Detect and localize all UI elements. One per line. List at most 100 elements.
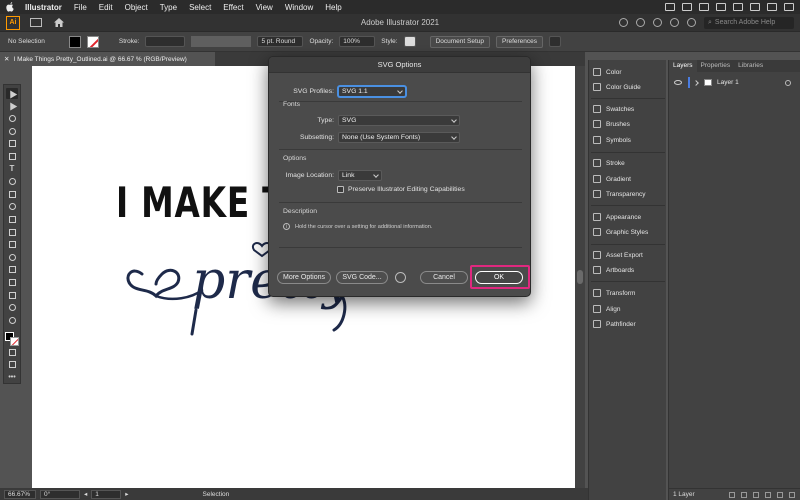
- blend-tool-icon[interactable]: [6, 252, 18, 263]
- column-graph-tool-icon[interactable]: [6, 277, 18, 288]
- menu-window[interactable]: Window: [285, 3, 313, 12]
- close-icon[interactable]: ✕: [4, 55, 9, 63]
- hand-tool-icon[interactable]: [6, 302, 18, 313]
- width-tool-icon[interactable]: [6, 201, 18, 212]
- panel-symbols[interactable]: Symbols: [593, 136, 631, 144]
- shape-builder-tool-icon[interactable]: [6, 214, 18, 225]
- arrange-icon[interactable]: [687, 18, 696, 27]
- gradient-tool-icon[interactable]: [6, 227, 18, 238]
- edit-toolbar-icon[interactable]: •••: [6, 372, 18, 383]
- eyedropper-tool-icon[interactable]: [6, 239, 18, 250]
- svg-profiles-select[interactable]: SVG 1.1: [338, 86, 406, 97]
- artboard-tool-icon[interactable]: [6, 290, 18, 301]
- document-setup-button[interactable]: Document Setup: [429, 35, 490, 48]
- fill-stroke-icon[interactable]: [5, 331, 19, 346]
- eye-icon[interactable]: [674, 80, 682, 85]
- preserve-editing-checkbox[interactable]: [337, 186, 344, 193]
- panel-transform[interactable]: Transform: [593, 289, 635, 297]
- menu-edit[interactable]: Edit: [99, 3, 113, 12]
- panel-pathfinder[interactable]: Pathfinder: [593, 320, 636, 328]
- locate-icon[interactable]: [741, 491, 747, 498]
- trash-icon[interactable]: [789, 491, 795, 498]
- export-icon[interactable]: [729, 491, 735, 498]
- zoom-field[interactable]: 66.67%: [4, 489, 36, 499]
- layer-row[interactable]: Layer 1: [669, 76, 800, 89]
- panel-color-guide[interactable]: Color Guide: [593, 83, 641, 91]
- font-type-select[interactable]: SVG: [338, 115, 460, 126]
- pen-tool-icon[interactable]: [6, 113, 18, 124]
- symbol-sprayer-tool-icon[interactable]: [6, 265, 18, 276]
- tab-layers[interactable]: Layers: [669, 60, 697, 72]
- home-icon[interactable]: [54, 18, 64, 27]
- fill-swatch[interactable]: [68, 35, 81, 48]
- status-icon[interactable]: [699, 3, 709, 11]
- screen-mode-icon[interactable]: [6, 360, 18, 371]
- canvas-vertical-scrollbar[interactable]: [575, 66, 585, 488]
- panel-transparency[interactable]: Transparency: [593, 190, 646, 198]
- new-layer-icon[interactable]: [777, 491, 783, 498]
- user-icon[interactable]: [619, 18, 628, 27]
- brush-definition-select[interactable]: 5 pt. Round: [257, 36, 304, 47]
- selection-tool-icon[interactable]: [6, 88, 18, 99]
- scrollbar-thumb[interactable]: [577, 270, 583, 284]
- stroke-swatch[interactable]: [86, 35, 99, 48]
- panel-stroke[interactable]: Stroke: [593, 159, 625, 167]
- rectangle-tool-icon[interactable]: [6, 151, 18, 162]
- menu-effect[interactable]: Effect: [223, 3, 243, 12]
- document-tab[interactable]: ✕ I Make Things Pretty_Outlined.ai @ 66.…: [0, 52, 215, 66]
- curvature-tool-icon[interactable]: [6, 126, 18, 137]
- menu-file[interactable]: File: [74, 3, 87, 12]
- eraser-tool-icon[interactable]: [6, 189, 18, 200]
- chevron-right-icon[interactable]: [693, 79, 699, 86]
- rotate-tool-icon[interactable]: [6, 176, 18, 187]
- wifi-icon[interactable]: [750, 3, 760, 11]
- menu-select[interactable]: Select: [189, 3, 211, 12]
- share-icon[interactable]: [636, 18, 645, 27]
- help-search-input[interactable]: ⌕ Search Adobe Help: [704, 16, 794, 29]
- rotation-field[interactable]: 0°: [40, 489, 80, 499]
- more-options-button[interactable]: More Options: [277, 271, 331, 284]
- type-tool-icon[interactable]: T: [6, 164, 18, 175]
- arrange-documents-icon[interactable]: [549, 36, 562, 47]
- tab-libraries[interactable]: Libraries: [734, 60, 767, 72]
- panel-asset-export[interactable]: Asset Export: [593, 251, 643, 259]
- cancel-button[interactable]: Cancel: [420, 271, 468, 284]
- svg-code-button[interactable]: SVG Code...: [336, 271, 388, 284]
- panel-appearance[interactable]: Appearance: [593, 213, 641, 221]
- variable-width-profile[interactable]: [191, 36, 252, 47]
- apple-icon[interactable]: [6, 2, 15, 12]
- web-preview-icon[interactable]: [395, 272, 406, 283]
- status-icon[interactable]: [733, 3, 743, 11]
- panel-swatches[interactable]: Swatches: [593, 105, 634, 113]
- stroke-weight-field[interactable]: [145, 36, 186, 47]
- status-icon[interactable]: [665, 3, 675, 11]
- lightbulb-icon[interactable]: [670, 18, 679, 27]
- menu-illustrator[interactable]: Illustrator: [25, 3, 62, 12]
- panel-color[interactable]: Color: [593, 68, 622, 76]
- tab-properties[interactable]: Properties: [697, 60, 735, 72]
- previous-artboard-icon[interactable]: ◂: [84, 490, 87, 498]
- menu-object[interactable]: Object: [125, 3, 148, 12]
- target-icon[interactable]: [785, 79, 791, 86]
- subsetting-select[interactable]: None (Use System Fonts): [338, 132, 460, 143]
- panel-artboards[interactable]: Artboards: [593, 266, 634, 274]
- zoom-tool-icon[interactable]: [6, 315, 18, 326]
- panel-brushes[interactable]: Brushes: [593, 120, 630, 128]
- status-icon[interactable]: [682, 3, 692, 11]
- panel-gradient[interactable]: Gradient: [593, 175, 631, 183]
- cloud-icon[interactable]: [653, 18, 662, 27]
- status-icon[interactable]: [716, 3, 726, 11]
- opacity-field[interactable]: 100%: [339, 36, 376, 47]
- menu-type[interactable]: Type: [160, 3, 177, 12]
- preferences-button[interactable]: Preferences: [495, 35, 544, 48]
- graphic-style-swatch[interactable]: [403, 36, 416, 47]
- workspace-switcher-icon[interactable]: [30, 18, 42, 27]
- control-center-icon[interactable]: [784, 3, 794, 11]
- menu-view[interactable]: View: [256, 3, 273, 12]
- direct-selection-tool-icon[interactable]: [6, 100, 18, 112]
- brush-tool-icon[interactable]: [6, 138, 18, 149]
- image-location-select[interactable]: Link: [338, 170, 382, 181]
- next-artboard-icon[interactable]: ▸: [125, 490, 128, 498]
- search-icon[interactable]: [767, 3, 777, 11]
- drawing-modes-icon[interactable]: [6, 347, 18, 358]
